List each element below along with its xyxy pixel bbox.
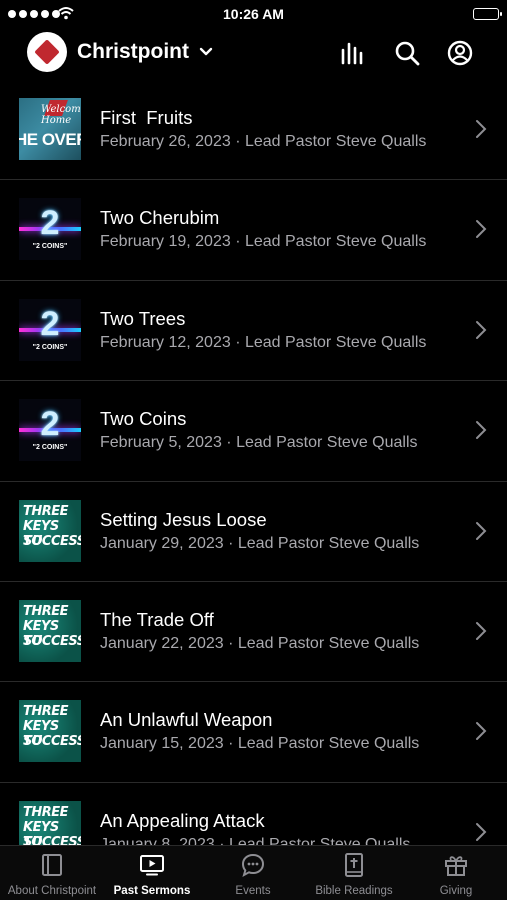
sermon-row[interactable]: THREE KEYS TO SUCCESS An Unlawful Weapon… (0, 682, 507, 783)
sermon-thumbnail: THREE KEYS TO SUCCESS (19, 800, 81, 845)
sermon-subtitle: January 22, 2023 · Lead Pastor Steve Qua… (100, 634, 420, 652)
sermon-title: Two Trees (100, 307, 186, 329)
sermon-thumbnail: THREE KEYS TO SUCCESS (19, 700, 81, 763)
sermon-row[interactable]: 2 "2 COINS" Two Cherubim February 19, 20… (0, 180, 507, 281)
bible-icon (345, 853, 363, 877)
sermon-title: Two Coins (100, 408, 187, 430)
status-bar: 10:26 AM (0, 0, 507, 30)
account-icon[interactable] (447, 40, 473, 66)
sermon-thumbnail: THREE KEYS TO SUCCESS (19, 599, 81, 662)
sermon-subtitle: February 19, 2023 · Lead Pastor Steve Qu… (100, 233, 427, 251)
sermon-row[interactable]: THREE KEYS TO SUCCESS Setting Jesus Loos… (0, 482, 507, 582)
church-name: Christpoint (77, 40, 189, 63)
chevron-right-icon (476, 521, 487, 540)
sermon-subtitle: January 29, 2023 · Lead Pastor Steve Qua… (100, 534, 420, 552)
sermon-subtitle: January 8, 2023 · Lead Pastor Steve Qual… (100, 835, 411, 845)
sermon-thumbnail: 2 "2 COINS" (19, 298, 81, 361)
sermon-title: An Appealing Attack (100, 809, 265, 831)
sermon-subtitle: January 15, 2023 · Lead Pastor Steve Qua… (100, 735, 420, 753)
church-logo[interactable] (27, 32, 67, 72)
tab-giving[interactable]: Giving (408, 846, 504, 900)
sermon-title: Two Cherubim (100, 207, 220, 229)
tab-label: About Christpoint (7, 885, 97, 897)
tab-label: Events (235, 885, 271, 897)
battery-icon (473, 8, 502, 20)
sermon-subtitle: February 5, 2023 · Lead Pastor Steve Qua… (100, 434, 418, 452)
sermon-thumbnail: Welcome Home HE OVERFLOW (19, 98, 81, 160)
sermon-row[interactable]: 2 "2 COINS" Two Coins February 5, 2023 ·… (0, 381, 507, 482)
church-selector[interactable]: Christpoint (77, 40, 213, 64)
sermon-subtitle: February 12, 2023 · Lead Pastor Steve Qu… (100, 333, 427, 351)
audio-levels-icon[interactable] (340, 40, 366, 66)
sermon-row[interactable]: Welcome Home HE OVERFLOW First Fruits Fe… (0, 80, 507, 181)
tab-label: Past Sermons (113, 885, 191, 897)
chevron-right-icon (476, 822, 487, 841)
status-time: 10:26 AM (223, 6, 284, 22)
sermon-row[interactable]: 2 "2 COINS" Two Trees February 12, 2023 … (0, 281, 507, 382)
search-icon[interactable] (394, 40, 420, 66)
chat-bubble-icon (241, 853, 265, 878)
sermon-row[interactable]: THREE KEYS TO SUCCESS An Appealing Attac… (0, 783, 507, 845)
chevron-right-icon (476, 320, 487, 339)
play-screen-icon (140, 855, 164, 876)
sermon-thumbnail: THREE KEYS TO SUCCESS (19, 499, 81, 562)
sermon-title: Setting Jesus Loose (100, 508, 267, 530)
tab-past-sermons[interactable]: Past Sermons (104, 846, 200, 900)
sermon-title: First Fruits (100, 107, 193, 128)
sermon-title: An Unlawful Weapon (100, 709, 273, 731)
tab-bar: About Christpoint Past Sermons Events Bi… (0, 845, 507, 900)
sermon-thumbnail: 2 "2 COINS" (19, 198, 81, 261)
tab-bible-readings[interactable]: Bible Readings (303, 846, 405, 900)
tab-events[interactable]: Events (205, 846, 301, 900)
sermon-thumbnail: 2 "2 COINS" (19, 399, 81, 462)
gift-icon (445, 856, 467, 876)
tab-label: Giving (439, 885, 473, 897)
tab-about[interactable]: About Christpoint (0, 846, 104, 900)
chevron-right-icon (476, 621, 487, 640)
sermon-title: The Trade Off (100, 608, 214, 630)
chevron-down-icon (199, 47, 213, 56)
sermon-row[interactable]: THREE KEYS TO SUCCESS The Trade Off Janu… (0, 582, 507, 683)
sermon-subtitle: February 26, 2023 · Lead Pastor Steve Qu… (100, 133, 427, 150)
chevron-right-icon (476, 421, 487, 440)
chevron-right-icon (476, 722, 487, 741)
chevron-right-icon (476, 220, 487, 239)
chevron-right-icon (476, 120, 487, 138)
app-header: Christpoint (0, 30, 507, 76)
tab-label: Bible Readings (315, 885, 393, 897)
sermon-list[interactable]: Welcome Home HE OVERFLOW First Fruits Fe… (0, 80, 507, 845)
book-icon (42, 854, 62, 876)
